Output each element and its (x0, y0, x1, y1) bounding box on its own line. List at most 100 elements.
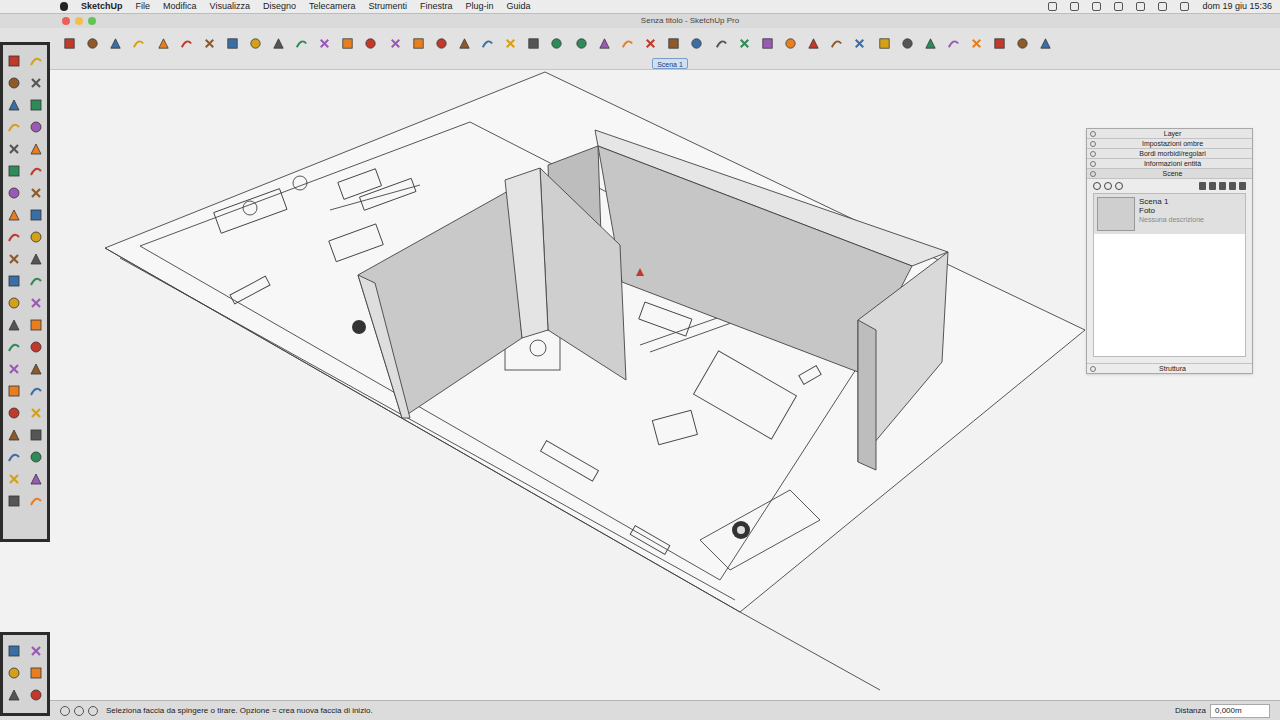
tool-icon[interactable] (6, 339, 22, 355)
status-icon[interactable] (74, 706, 84, 716)
menu-item[interactable]: Modifica (163, 0, 197, 13)
tray-section-header[interactable]: Scene (1087, 169, 1252, 179)
measure-field[interactable]: 0,000m (1210, 704, 1270, 718)
tool-icon[interactable] (457, 36, 472, 51)
tool-icon[interactable] (6, 295, 22, 311)
tool-icon[interactable] (28, 471, 44, 487)
status-icon[interactable] (1180, 2, 1189, 11)
tool-icon[interactable] (271, 36, 286, 51)
scene-option-icon[interactable] (1229, 182, 1236, 190)
tool-icon[interactable] (1038, 36, 1053, 51)
tool-icon[interactable] (28, 53, 44, 69)
scene-action-icon[interactable] (1104, 182, 1112, 190)
tool-icon[interactable] (28, 119, 44, 135)
tray-footer[interactable]: Struttura (1087, 363, 1252, 373)
tool-icon[interactable] (829, 36, 844, 51)
status-icon[interactable] (1048, 2, 1057, 11)
tool-icon[interactable] (6, 251, 22, 267)
tool-icon[interactable] (28, 185, 44, 201)
menu-item[interactable]: Disegno (263, 0, 296, 13)
status-icon[interactable] (1070, 2, 1079, 11)
menu-item[interactable]: File (136, 0, 151, 13)
tool-icon[interactable] (131, 36, 146, 51)
tool-icon[interactable] (411, 36, 426, 51)
tool-icon[interactable] (6, 75, 22, 91)
tray-section-header[interactable]: Layer (1087, 129, 1252, 139)
tool-icon[interactable] (714, 36, 729, 51)
tool-icon[interactable] (28, 229, 44, 245)
tool-icon[interactable] (6, 229, 22, 245)
tool-icon[interactable] (28, 163, 44, 179)
tool-icon[interactable] (108, 36, 123, 51)
menu-item[interactable]: Visualizza (210, 0, 250, 13)
tool-icon[interactable] (6, 687, 22, 703)
tool-icon[interactable] (946, 36, 961, 51)
tool-icon[interactable] (6, 493, 22, 509)
tool-icon[interactable] (6, 185, 22, 201)
status-icon[interactable] (60, 706, 70, 716)
canvas[interactable]: LayerImpostazioni ombreBordi morbidi/reg… (0, 70, 1280, 700)
tool-icon[interactable] (28, 75, 44, 91)
tool-icon[interactable] (28, 207, 44, 223)
status-icon[interactable] (1114, 2, 1123, 11)
status-icon[interactable] (88, 706, 98, 716)
tool-icon[interactable] (6, 119, 22, 135)
menu-item[interactable]: Guida (507, 0, 531, 13)
scene-action-icon[interactable] (1115, 182, 1123, 190)
tool-icon[interactable] (28, 295, 44, 311)
tool-icon[interactable] (62, 36, 77, 51)
tool-icon[interactable] (28, 361, 44, 377)
tool-icon[interactable] (877, 36, 892, 51)
tool-icon[interactable] (6, 405, 22, 421)
scene-tab[interactable]: Scena 1 (652, 58, 688, 69)
tool-icon[interactable] (202, 36, 217, 51)
tool-icon[interactable] (526, 36, 541, 51)
scene-option-icon[interactable] (1209, 182, 1216, 190)
tool-icon[interactable] (85, 36, 100, 51)
tool-icon[interactable] (6, 449, 22, 465)
menu-item[interactable]: Strumenti (368, 0, 407, 13)
tool-icon[interactable] (28, 449, 44, 465)
tool-icon[interactable] (689, 36, 704, 51)
tool-icon[interactable] (6, 163, 22, 179)
tool-icon[interactable] (6, 665, 22, 681)
tray-section-header[interactable]: Impostazioni ombre (1087, 139, 1252, 149)
tool-icon[interactable] (388, 36, 403, 51)
tool-icon[interactable] (28, 665, 44, 681)
tool-icon[interactable] (6, 471, 22, 487)
scene-option-icon[interactable] (1219, 182, 1226, 190)
clock[interactable]: dom 19 giu 15:36 (1202, 0, 1272, 13)
app-menu[interactable]: SketchUp (81, 0, 123, 13)
scene-action-icon[interactable] (1093, 182, 1101, 190)
tool-icon[interactable] (6, 273, 22, 289)
scene-item[interactable]: Scena 1FotoNessuna descrizione (1094, 194, 1245, 234)
menu-item[interactable]: Finestra (420, 0, 453, 13)
tool-icon[interactable] (225, 36, 240, 51)
tool-icon[interactable] (156, 36, 171, 51)
status-icon[interactable] (1092, 2, 1101, 11)
tool-icon[interactable] (28, 383, 44, 399)
tool-icon[interactable] (363, 36, 378, 51)
tool-icon[interactable] (28, 687, 44, 703)
tool-icon[interactable] (28, 493, 44, 509)
tool-icon[interactable] (6, 317, 22, 333)
tool-icon[interactable] (666, 36, 681, 51)
tool-icon[interactable] (28, 317, 44, 333)
tool-icon[interactable] (969, 36, 984, 51)
tool-icon[interactable] (760, 36, 775, 51)
tool-icon[interactable] (317, 36, 332, 51)
tool-icon[interactable] (6, 207, 22, 223)
tool-icon[interactable] (900, 36, 915, 51)
tray-section-header[interactable]: Bordi morbidi/regolari (1087, 149, 1252, 159)
tool-icon[interactable] (340, 36, 355, 51)
tool-icon[interactable] (28, 141, 44, 157)
tool-icon[interactable] (480, 36, 495, 51)
tool-icon[interactable] (28, 273, 44, 289)
tool-icon[interactable] (28, 97, 44, 113)
tool-icon[interactable] (434, 36, 449, 51)
close-button[interactable] (62, 17, 70, 25)
tool-icon[interactable] (503, 36, 518, 51)
tool-icon[interactable] (643, 36, 658, 51)
status-icon[interactable] (1158, 2, 1167, 11)
tool-icon[interactable] (806, 36, 821, 51)
